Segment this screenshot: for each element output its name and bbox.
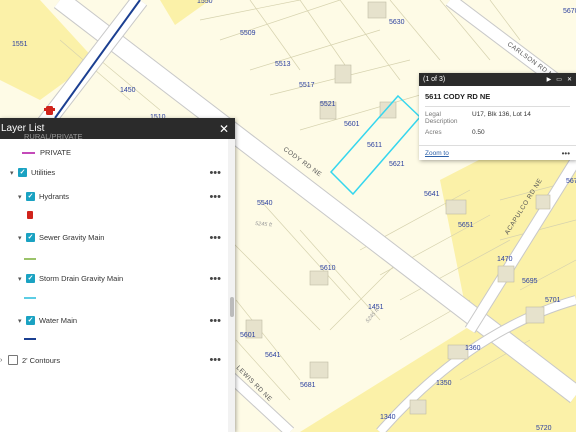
parcel-number: 1450 bbox=[120, 87, 136, 94]
storm-drain-label: Storm Drain Gravity Main bbox=[39, 274, 124, 283]
hydrant-icon bbox=[27, 211, 33, 219]
popup-counter: (1 of 3) bbox=[423, 76, 446, 83]
hydrants-label: Hydrants bbox=[39, 192, 70, 201]
close-icon[interactable]: ✕ bbox=[219, 123, 229, 135]
chevron-down-icon[interactable]: ▾ bbox=[18, 193, 26, 201]
chevron-down-icon[interactable]: ▾ bbox=[10, 169, 18, 177]
parcel-number: 5630 bbox=[389, 19, 405, 26]
field-value: U17, Blk 136, Lot 14 bbox=[472, 111, 531, 118]
parcel-number: 5651 bbox=[458, 222, 474, 229]
parcel-number: 5517 bbox=[299, 82, 315, 89]
private-label: PRIVATE bbox=[40, 148, 71, 157]
parcel-number: 1551 bbox=[12, 41, 28, 48]
sewer-checkbox[interactable] bbox=[26, 233, 35, 242]
parcel-number: 1470 bbox=[497, 256, 513, 263]
utilities-more-icon[interactable]: ••• bbox=[209, 168, 221, 179]
contours-label: 2' Contours bbox=[22, 355, 61, 365]
contours-more-icon[interactable]: ••• bbox=[209, 355, 221, 366]
private-swatch bbox=[22, 151, 35, 154]
utilities-label: Utilities bbox=[31, 168, 56, 177]
parcel-number: 5641 bbox=[424, 191, 440, 198]
sewer-swatch bbox=[24, 258, 36, 260]
utilities-checkbox[interactable] bbox=[18, 168, 27, 177]
scrollbar-thumb[interactable] bbox=[230, 297, 234, 317]
popup-header: (1 of 3) ▶ ▭ ✕ bbox=[419, 73, 576, 86]
sewer-more-icon[interactable]: ••• bbox=[209, 233, 221, 244]
scrollbar[interactable] bbox=[228, 139, 235, 432]
parcel-number: 1360 bbox=[465, 345, 481, 352]
popup-footer: Zoom to ••• bbox=[419, 145, 576, 160]
close-icon[interactable]: ✕ bbox=[567, 76, 572, 83]
parcel-number: 5695 bbox=[522, 278, 538, 285]
legend-private: PRIVATE bbox=[22, 148, 71, 157]
parcel-number: 5681 bbox=[300, 382, 316, 389]
popup-title: 5611 CODY RD NE bbox=[425, 92, 491, 101]
layer-item-utilities[interactable]: ▾ Utilities bbox=[10, 168, 230, 177]
popup-field-legal: Legal Description U17, Blk 136, Lot 14 bbox=[419, 111, 576, 125]
parcel-number: 5610 bbox=[320, 265, 336, 272]
parcel-number: 5621 bbox=[389, 161, 405, 168]
water-main-swatch bbox=[24, 338, 36, 340]
layer-item-hydrants[interactable]: ▾ Hydrants bbox=[18, 192, 69, 201]
storm-drain-checkbox[interactable] bbox=[26, 274, 35, 283]
chevron-down-icon[interactable]: ▾ bbox=[18, 275, 26, 283]
layer-list-body: RURAL/PRIVATE PRIVATE ▾ Utilities ••• ▾ … bbox=[0, 132, 235, 432]
parcel-number: 5641 bbox=[265, 352, 281, 359]
popup-field-acres: Acres 0.50 bbox=[419, 129, 576, 136]
parcel-number: 5670 bbox=[563, 8, 576, 15]
layer-item-contours[interactable]: › 2' Contours bbox=[0, 355, 60, 365]
parcel-number: 5601 bbox=[240, 332, 256, 339]
parcel-number: 5601 bbox=[344, 121, 360, 128]
chevron-down-icon[interactable]: ▾ bbox=[18, 234, 26, 242]
storm-drain-more-icon[interactable]: ••• bbox=[209, 274, 221, 285]
parcel-number: 5540 bbox=[257, 200, 273, 207]
water-main-label: Water Main bbox=[39, 316, 78, 325]
zoom-to-link[interactable]: Zoom to bbox=[425, 150, 449, 157]
play-icon[interactable]: ▶ bbox=[547, 76, 552, 83]
popup-divider bbox=[425, 106, 570, 107]
field-label: Legal Description bbox=[425, 111, 458, 125]
parcel-number: 1550 bbox=[197, 0, 213, 5]
water-main-more-icon[interactable]: ••• bbox=[209, 316, 221, 327]
hydrants-checkbox[interactable] bbox=[26, 192, 35, 201]
parcel-number: 5513 bbox=[275, 61, 291, 68]
parcel-number: 5720 bbox=[536, 425, 552, 432]
parcel-number: 1340 bbox=[380, 414, 396, 421]
hydrants-more-icon[interactable]: ••• bbox=[209, 192, 221, 203]
layer-item-water-main[interactable]: ▾ Water Main bbox=[18, 316, 77, 325]
water-main-checkbox[interactable] bbox=[26, 316, 35, 325]
layer-item-partial: RURAL/PRIVATE bbox=[24, 132, 82, 141]
parcel-number: 1350 bbox=[436, 380, 452, 387]
dock-icon[interactable]: ▭ bbox=[556, 76, 562, 83]
layer-item-sewer[interactable]: ▾ Sewer Gravity Main bbox=[18, 233, 104, 242]
layer-list-panel: Layer List ✕ RURAL/PRIVATE PRIVATE ▾ Uti… bbox=[0, 118, 235, 432]
field-label: Acres bbox=[425, 129, 442, 136]
parcel-number: 5670 bbox=[566, 178, 576, 185]
contours-checkbox[interactable] bbox=[8, 355, 18, 365]
layer-item-storm-drain[interactable]: ▾ Storm Drain Gravity Main bbox=[18, 274, 123, 283]
layer-item-partial-label: RURAL/PRIVATE bbox=[24, 132, 83, 141]
sewer-label: Sewer Gravity Main bbox=[39, 233, 105, 242]
field-value: 0.50 bbox=[472, 129, 485, 136]
storm-drain-swatch bbox=[24, 297, 36, 299]
parcel-number: 5521 bbox=[320, 101, 336, 108]
chevron-right-icon[interactable]: › bbox=[0, 357, 8, 364]
parcel-number: 5701 bbox=[545, 297, 561, 304]
chevron-down-icon[interactable]: ▾ bbox=[18, 317, 26, 325]
feature-popup: (1 of 3) ▶ ▭ ✕ 5611 CODY RD NE Legal Des… bbox=[419, 73, 576, 160]
parcel-number: 5611 bbox=[367, 142, 382, 149]
parcel-number: 5509 bbox=[240, 30, 256, 37]
popup-more-icon[interactable]: ••• bbox=[562, 149, 570, 158]
